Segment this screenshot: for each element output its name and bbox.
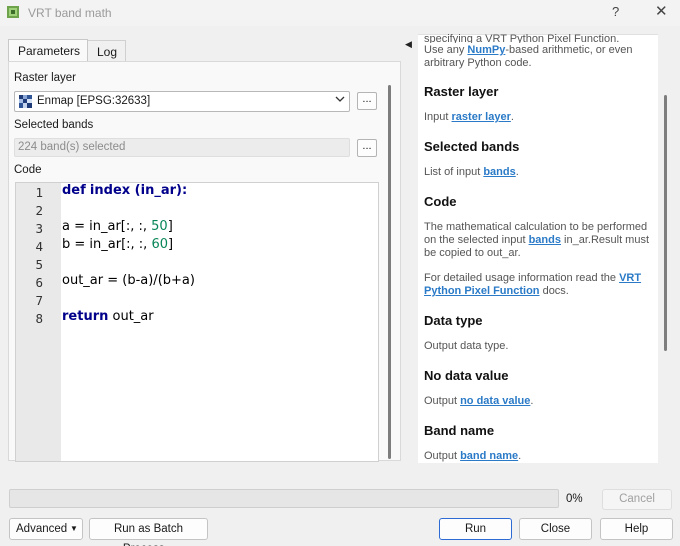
line-number: 1 (35, 185, 43, 200)
vrt-docs-link[interactable]: VRT (619, 272, 641, 284)
help-heading: Raster layer (424, 84, 499, 99)
run-button[interactable]: Run (439, 518, 512, 540)
code-line: return out_ar (62, 309, 154, 324)
bands-link[interactable]: bands (483, 166, 515, 178)
code-line: a = in_ar[:, :, 50] (62, 219, 173, 234)
code-text: b = in_ar[:, :, (62, 237, 152, 252)
code-number: 60 (151, 237, 168, 252)
code-keyword: def (62, 183, 86, 198)
help-text: For detailed usage information read the … (424, 272, 642, 284)
help-text: The mathematical calculation to be perfo… (424, 221, 648, 233)
line-number: 4 (35, 239, 43, 254)
selected-bands-label: Selected bands (14, 119, 94, 131)
help-text: Output data type. (424, 340, 509, 352)
code-text: a = in_ar[:, :, (62, 219, 152, 234)
cancel-button[interactable]: Cancel (602, 489, 672, 510)
numpy-link[interactable]: NumPy (467, 44, 505, 56)
help-scrollbar[interactable] (664, 95, 667, 351)
help-text: List of input bands. (424, 166, 519, 178)
selected-bands-value: 224 band(s) selected (18, 141, 126, 153)
help-heading: Band name (424, 423, 495, 438)
help-text: Python Pixel Function docs. (424, 285, 569, 297)
line-number: 8 (35, 311, 43, 326)
code-function-name: index (89, 183, 131, 198)
help-heading: Selected bands (424, 139, 520, 154)
line-number: 6 (35, 275, 43, 290)
line-number: 7 (35, 293, 43, 308)
chevron-down-icon[interactable] (335, 95, 345, 103)
help-heading: Data type (424, 313, 483, 328)
raster-layer-label: Raster layer (14, 72, 76, 84)
help-heading: Code (424, 194, 457, 209)
app-icon (7, 6, 19, 18)
close-window-icon[interactable]: ✕ (655, 2, 668, 20)
progress-label: 0% (566, 493, 583, 505)
help-button[interactable]: Help (600, 518, 673, 540)
context-help-icon[interactable]: ? (612, 4, 619, 19)
code-text: ] (167, 237, 174, 252)
bands-link[interactable]: bands (529, 234, 561, 246)
close-button[interactable]: Close (519, 518, 592, 540)
code-keyword: return (62, 309, 109, 324)
help-text: be copied to out_ar. (424, 247, 521, 259)
parameters-scrollbar[interactable] (388, 85, 391, 459)
line-number: 5 (35, 257, 43, 272)
code-text: out_ar (108, 309, 154, 324)
python-pixel-function-link[interactable]: Python Pixel Function (424, 285, 540, 297)
code-line: out_ar = (b-a)/(b+a) (62, 273, 195, 288)
tab-parameters[interactable]: Parameters (8, 39, 88, 62)
raster-layer-browse-button[interactable]: ... (357, 92, 377, 110)
no-data-value-link[interactable]: no data value (460, 395, 530, 407)
window-title: VRT band math (28, 6, 112, 20)
raster-layer-link[interactable]: raster layer (452, 111, 511, 123)
run-batch-process-button[interactable]: Run as Batch Process... (89, 518, 208, 546)
progress-bar (9, 489, 559, 508)
help-text: on the selected input bands in_ar.Result… (424, 234, 650, 246)
code-number: 50 (151, 219, 168, 234)
code-label: Code (14, 164, 42, 176)
help-intro: arbitrary Python code. (424, 57, 532, 69)
code-text: ] (167, 219, 173, 234)
band-name-link[interactable]: band name (460, 450, 518, 462)
line-number: 2 (35, 203, 43, 218)
tab-log[interactable]: Log (88, 40, 126, 62)
help-intro-partial: specifying a VRT Python Pixel Function. (424, 33, 620, 43)
help-intro: Use any NumPy-based arithmetic, or even (424, 44, 633, 56)
help-text: Output no data value. (424, 395, 534, 407)
help-heading: No data value (424, 368, 509, 383)
code-text: (in_ar): (130, 183, 188, 198)
help-text: Output band name. (424, 450, 522, 462)
line-number: 3 (35, 221, 43, 236)
code-line: b = in_ar[:, :, 60] (62, 237, 173, 252)
code-line: def index (in_ar): (62, 183, 187, 198)
raster-layer-value: Enmap [EPSG:32633] (37, 95, 151, 107)
selected-bands-browse-button[interactable]: ... (357, 139, 377, 157)
help-text: Input raster layer. (424, 111, 514, 123)
collapse-help-icon[interactable]: ◀ (405, 39, 412, 50)
raster-layer-icon (19, 95, 32, 108)
dropdown-arrow-icon: ▼ (70, 524, 78, 533)
